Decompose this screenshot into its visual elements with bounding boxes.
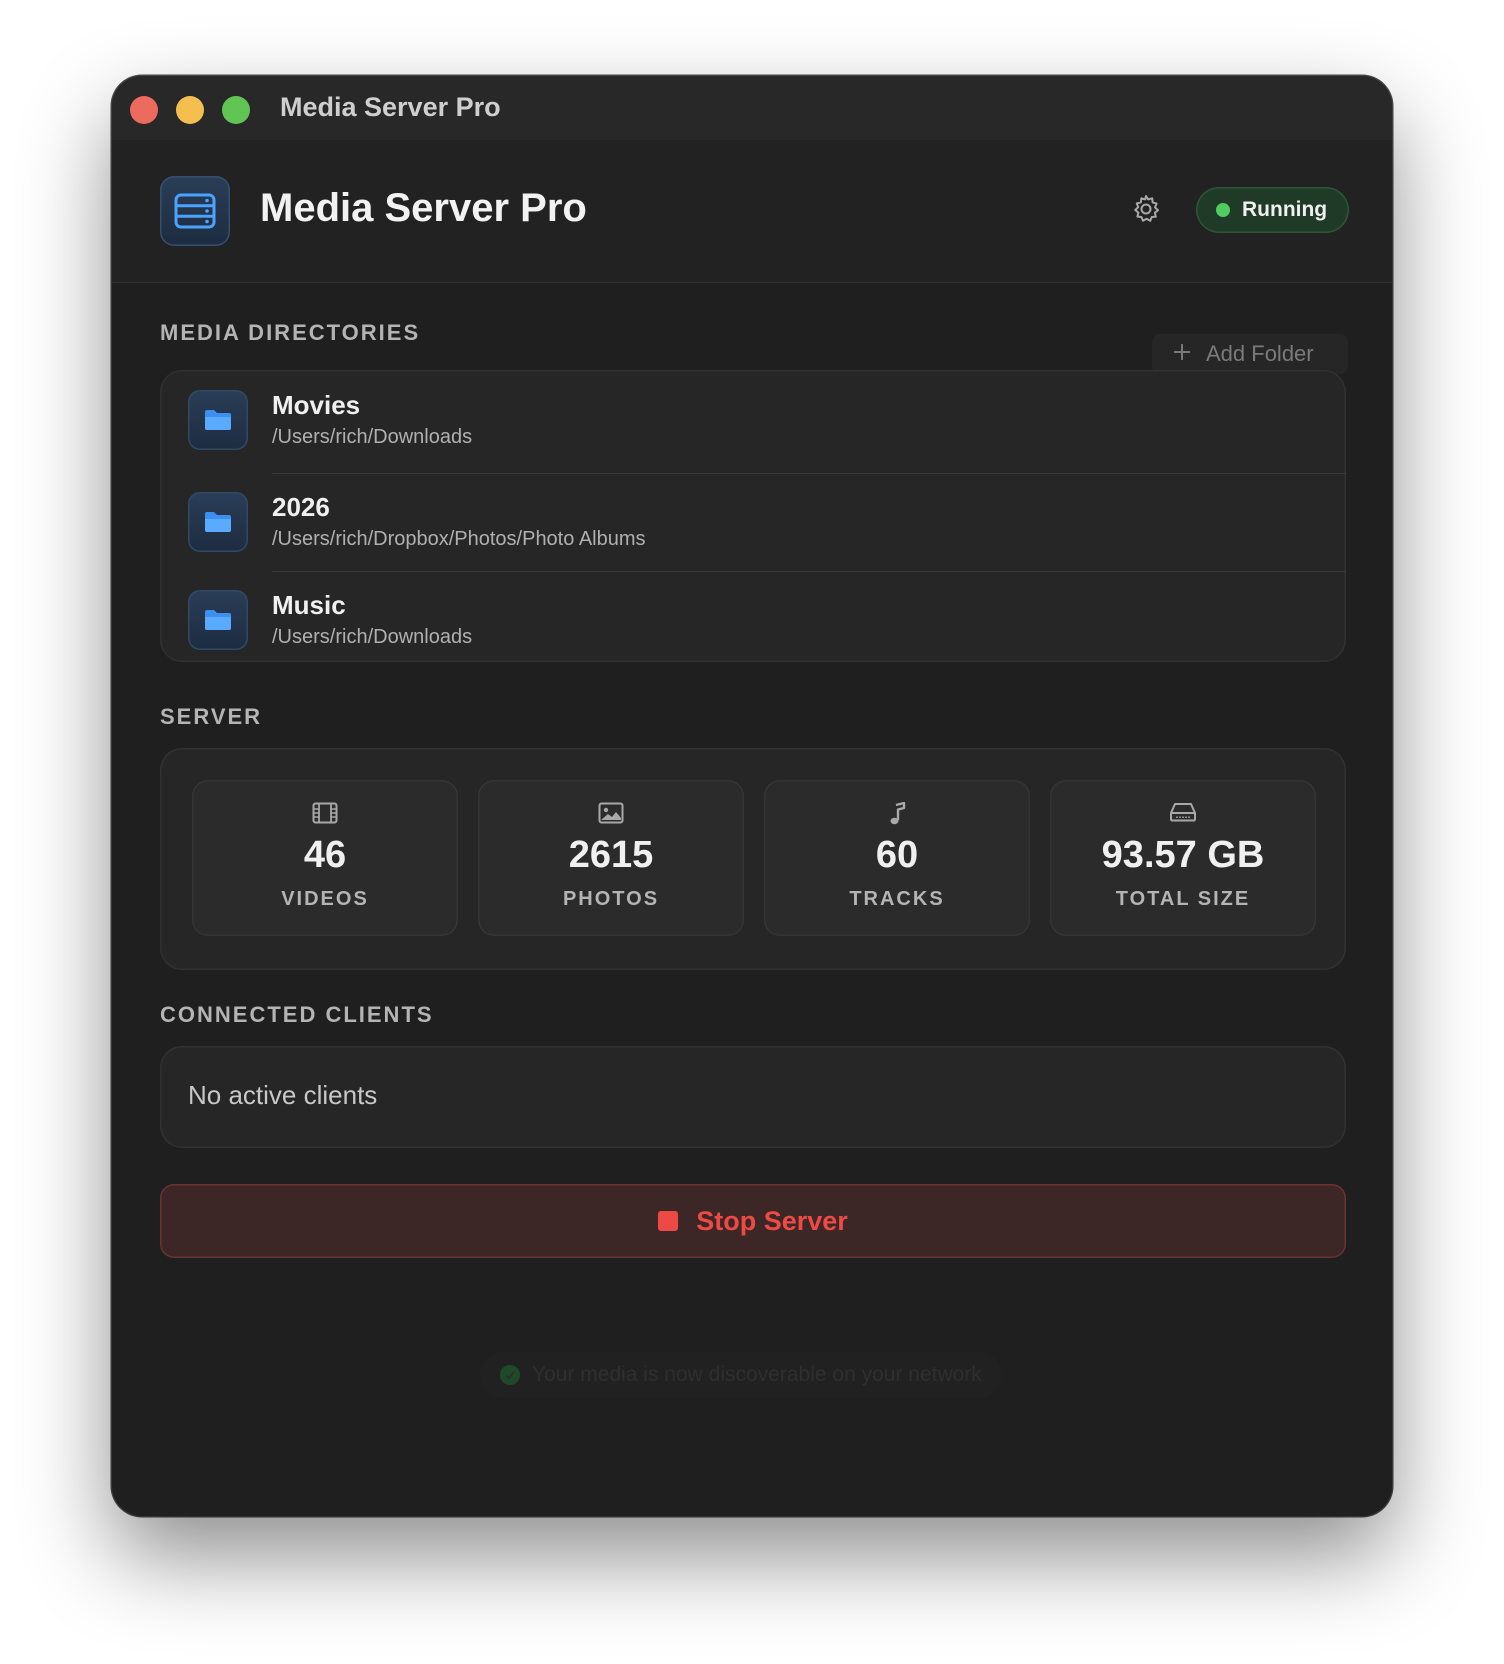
directory-name: Movies xyxy=(272,390,361,420)
status-text: Running xyxy=(1242,198,1328,221)
discoverable-toast: Your media is now discoverable on your n… xyxy=(480,1352,1002,1398)
status-dot xyxy=(1216,203,1230,217)
stat-value: 2615 xyxy=(568,834,654,876)
stat-label: TRACKS xyxy=(849,888,945,910)
stat-tracks: 60 TRACKS xyxy=(764,780,1030,936)
settings-button[interactable] xyxy=(1128,193,1164,229)
no-clients-text: No active clients xyxy=(188,1080,378,1110)
close-window-button[interactable] xyxy=(130,96,158,124)
stat-label: PHOTOS xyxy=(562,888,660,910)
directory-path: /Users/rich/Downloads xyxy=(272,426,473,448)
directories-list: Movies /Users/rich/Downloads 2026 /Users… xyxy=(160,370,1346,662)
stop-icon xyxy=(658,1211,679,1231)
directory-row[interactable]: 2026 /Users/rich/Dropbox/Photos/Photo Al… xyxy=(160,474,1346,572)
stat-label: VIDEOS xyxy=(281,888,369,910)
drive-icon xyxy=(1050,802,1316,822)
stat-value: 46 xyxy=(303,834,347,876)
window-title: Media Server Pro xyxy=(280,92,501,122)
add-folder-button[interactable]: Add Folder xyxy=(1152,334,1348,374)
app-name: Media Server Pro xyxy=(260,186,587,230)
music-note-icon xyxy=(764,802,1030,826)
stat-photos: 2615 PHOTOS xyxy=(478,780,744,936)
directory-row[interactable]: Movies /Users/rich/Downloads xyxy=(160,370,1346,474)
directory-name: 2026 xyxy=(272,492,330,522)
photo-icon xyxy=(478,802,744,824)
toast-text: Your media is now discoverable on your n… xyxy=(532,1363,982,1386)
stat-total-size: 93.57 GB TOTAL SIZE xyxy=(1050,780,1316,936)
media-directories-heading: MEDIA DIRECTORIES xyxy=(160,320,421,345)
stat-value: 93.57 GB xyxy=(1101,834,1265,876)
zoom-window-button[interactable] xyxy=(222,96,250,124)
add-folder-label: Add Folder xyxy=(1206,341,1314,366)
folder-icon xyxy=(188,492,248,552)
title-bar[interactable]: Media Server Pro xyxy=(112,76,1392,140)
app-window: Media Server Pro Media Server Pro Runnin… xyxy=(112,76,1392,1516)
server-rack-icon xyxy=(160,176,230,246)
minimize-window-button[interactable] xyxy=(176,96,204,124)
stop-server-button[interactable]: Stop Server xyxy=(160,1184,1346,1258)
server-stats-card: 46 VIDEOS 2615 PHOTOS 60 TRACKS 93.57 GB… xyxy=(160,748,1346,970)
folder-icon xyxy=(188,390,248,450)
checkmark-circle-icon xyxy=(500,1365,520,1385)
app-header: Media Server Pro Running xyxy=(112,140,1392,283)
stat-value: 60 xyxy=(875,834,919,876)
stat-label: TOTAL SIZE xyxy=(1115,888,1251,910)
connected-clients-heading: CONNECTED CLIENTS xyxy=(160,1002,434,1027)
stats-row: 46 VIDEOS 2615 PHOTOS 60 TRACKS 93.57 GB… xyxy=(192,780,1316,936)
gear-icon xyxy=(1130,193,1162,230)
directory-row[interactable]: Music /Users/rich/Downloads xyxy=(160,572,1346,662)
directory-path: /Users/rich/Dropbox/Photos/Photo Albums xyxy=(272,528,646,550)
server-heading: SERVER xyxy=(160,704,263,729)
directory-name: Music xyxy=(272,590,346,620)
status-badge: Running xyxy=(1196,187,1350,233)
stop-server-label: Stop Server xyxy=(696,1205,848,1236)
film-icon xyxy=(192,802,458,824)
plus-icon xyxy=(1172,342,1192,367)
stat-videos: 46 VIDEOS xyxy=(192,780,458,936)
directory-path: /Users/rich/Downloads xyxy=(272,626,473,648)
clients-card: No active clients xyxy=(160,1046,1346,1148)
folder-icon xyxy=(188,590,248,650)
